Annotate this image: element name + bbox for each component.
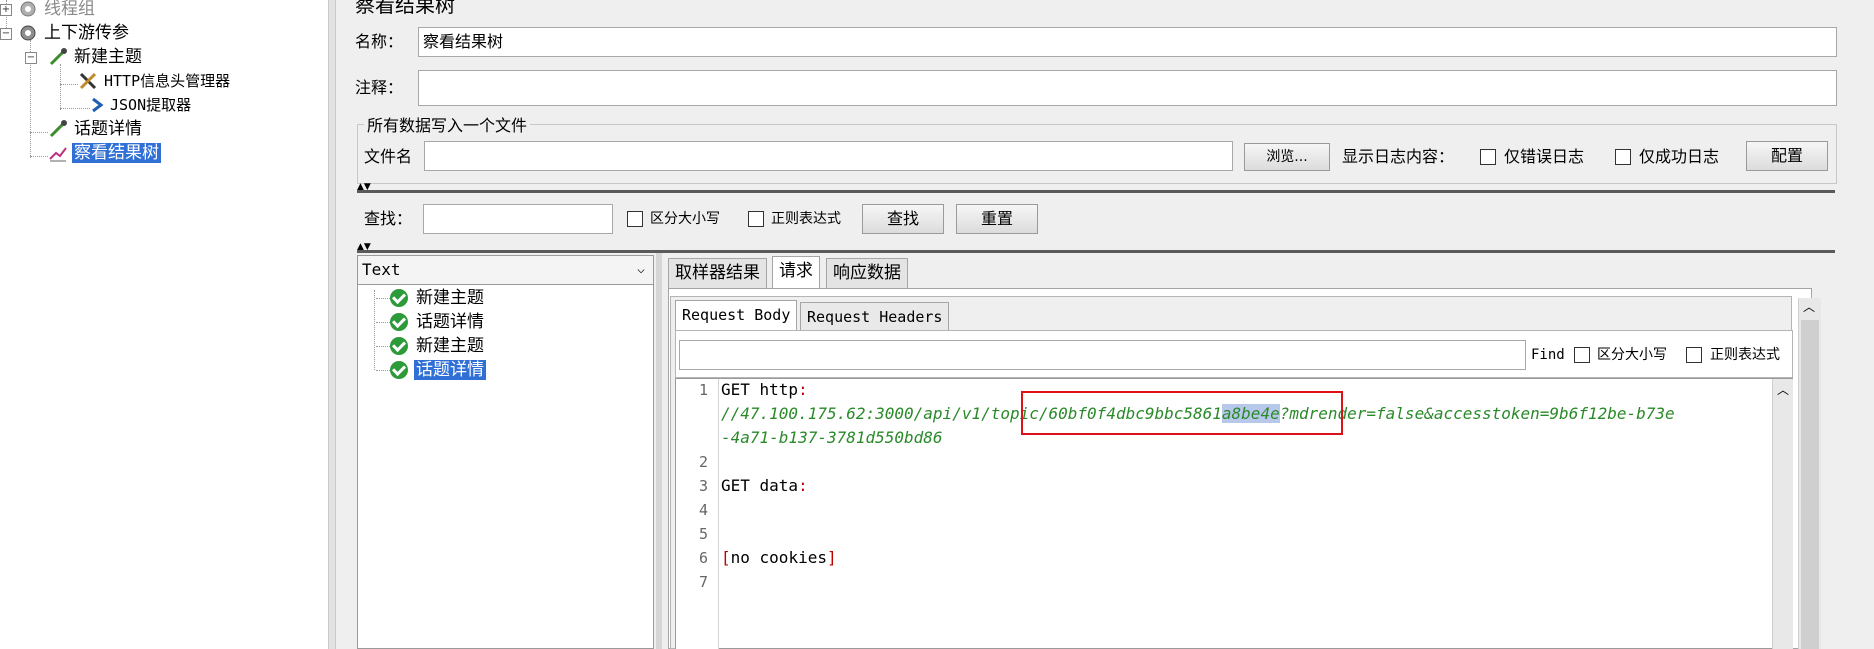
config-button[interactable]: 配置 [1746,141,1828,171]
browse-button[interactable]: 浏览... [1244,143,1330,171]
tab-sampler-result[interactable]: 取样器结果 [668,258,767,288]
collapse-icon[interactable]: − [25,52,37,64]
tree-item-new-topic[interactable]: 新建主题 [48,46,144,68]
colon: : [798,476,808,495]
find-regex-label: 正则表达式 [1710,347,1780,363]
name-label: 名称： [355,32,404,51]
errors-only-label: 仅错误日志 [1504,147,1585,166]
errors-only-checkbox[interactable] [1480,149,1496,165]
tree-item-topic-detail[interactable]: 话题详情 [48,118,144,140]
success-only-label: 仅成功日志 [1639,147,1720,166]
file-group-title: 所有数据写入一个文件 [364,115,531,137]
tree-item-json-extractor[interactable]: JSON提取器 [90,94,193,116]
divider[interactable] [357,190,1835,193]
search-input[interactable] [423,204,613,234]
chart-icon [48,143,68,163]
highlight-annotation [1021,391,1343,435]
page-title: 察看结果树 [355,0,455,17]
success-check-icon [390,289,408,307]
line-number: 7 [698,573,708,591]
log-content-label: 显示日志内容： [1342,147,1455,166]
line-number: 5 [698,525,708,543]
pane-splitter[interactable] [328,0,336,649]
tree-line [374,290,375,370]
regex-checkbox[interactable] [748,211,764,227]
success-check-icon [390,361,408,379]
tree-line [30,132,48,133]
data-text: GET data [721,476,799,495]
success-only-checkbox[interactable] [1615,149,1631,165]
regex-label: 正则表达式 [771,211,841,227]
line-number: 1 [698,381,708,399]
tree-line [60,108,90,109]
renderer-select[interactable]: Text ⌵ [357,255,654,285]
scroll-thumb[interactable] [1801,320,1819,649]
case-sensitive-label: 区分大小写 [650,211,720,227]
renderer-value: Text [362,260,401,279]
result-item-selected[interactable]: 话题详情 [376,359,486,381]
code-line-1: GET http: [721,378,808,402]
tab-request-headers[interactable]: Request Headers [800,302,950,332]
pipette-icon [48,119,68,139]
find-regex-checkbox[interactable] [1686,347,1702,363]
line-number: 3 [698,477,708,495]
tab-response-data[interactable]: 响应数据 [826,258,908,288]
tree-item-view-results-tree[interactable]: 察看结果树 [48,142,161,164]
filename-label: 文件名 [364,147,413,166]
pipette-icon [48,47,68,67]
code-url-wrap: -4a71-b137-3781d550bd86 [721,428,943,447]
tree-line [30,156,48,157]
result-item[interactable]: 话题详情 [376,311,486,333]
collapse-icon[interactable]: − [0,28,12,40]
find-case-checkbox[interactable] [1574,347,1590,363]
test-plan-tree: + 线程组 − 上下游传参 − 新建主题 HTTP信息头管理器 JSON提取器 … [0,0,328,649]
code-line-3: GET data: [721,474,808,498]
tab-request[interactable]: 请求 [772,256,820,288]
gear-icon [18,23,38,43]
chevron-up-icon[interactable]: ︿ [1777,381,1789,398]
case-sensitive-checkbox[interactable] [627,211,643,227]
bracket: ] [826,548,837,567]
code-line-6: [no cookies] [721,546,837,570]
tab-request-body[interactable]: Request Body [675,300,798,330]
find-input[interactable] [679,340,1526,370]
arrow-right-icon [90,95,104,115]
no-cookies-text: no cookies [730,548,827,567]
comment-field[interactable] [418,70,1837,106]
colon: : [798,380,808,399]
search-label: 查找： [364,209,413,228]
find-label: Find [1531,347,1565,363]
tree-line [60,64,61,110]
line-number: 2 [698,453,708,471]
find-case-label: 区分大小写 [1597,347,1667,363]
tree-line [60,84,78,85]
chevron-up-icon[interactable]: ︿ [1803,298,1815,315]
tree-item-upstream-downstream[interactable]: 上下游传参 [18,22,131,44]
line-number: 6 [698,549,708,567]
result-item[interactable]: 新建主题 [376,335,486,357]
name-field[interactable]: 察看结果树 [418,27,1837,57]
expand-icon[interactable]: + [0,4,12,16]
success-check-icon [390,337,408,355]
bracket: [ [721,548,731,567]
comment-label: 注释： [355,78,404,97]
panel-scrollbar[interactable]: ︿ [1798,298,1821,649]
filename-field[interactable] [424,141,1233,171]
method-text: GET http [721,380,799,399]
chevron-down-icon: ⌵ [637,262,645,277]
line-number: 4 [698,501,708,519]
divider[interactable] [357,250,1835,253]
find-button[interactable]: 查找 [862,204,944,234]
tree-item-http-header-manager[interactable]: HTTP信息头管理器 [78,70,232,92]
wrench-icon [78,71,98,91]
result-item[interactable]: 新建主题 [376,287,486,309]
gear-icon [18,0,38,19]
detail-splitter[interactable] [656,253,662,649]
tree-item-thread-group[interactable]: 线程组 [18,0,97,20]
reset-button[interactable]: 重置 [956,204,1038,234]
editor-scrollbar[interactable]: ︿ [1772,379,1793,649]
success-check-icon [390,313,408,331]
